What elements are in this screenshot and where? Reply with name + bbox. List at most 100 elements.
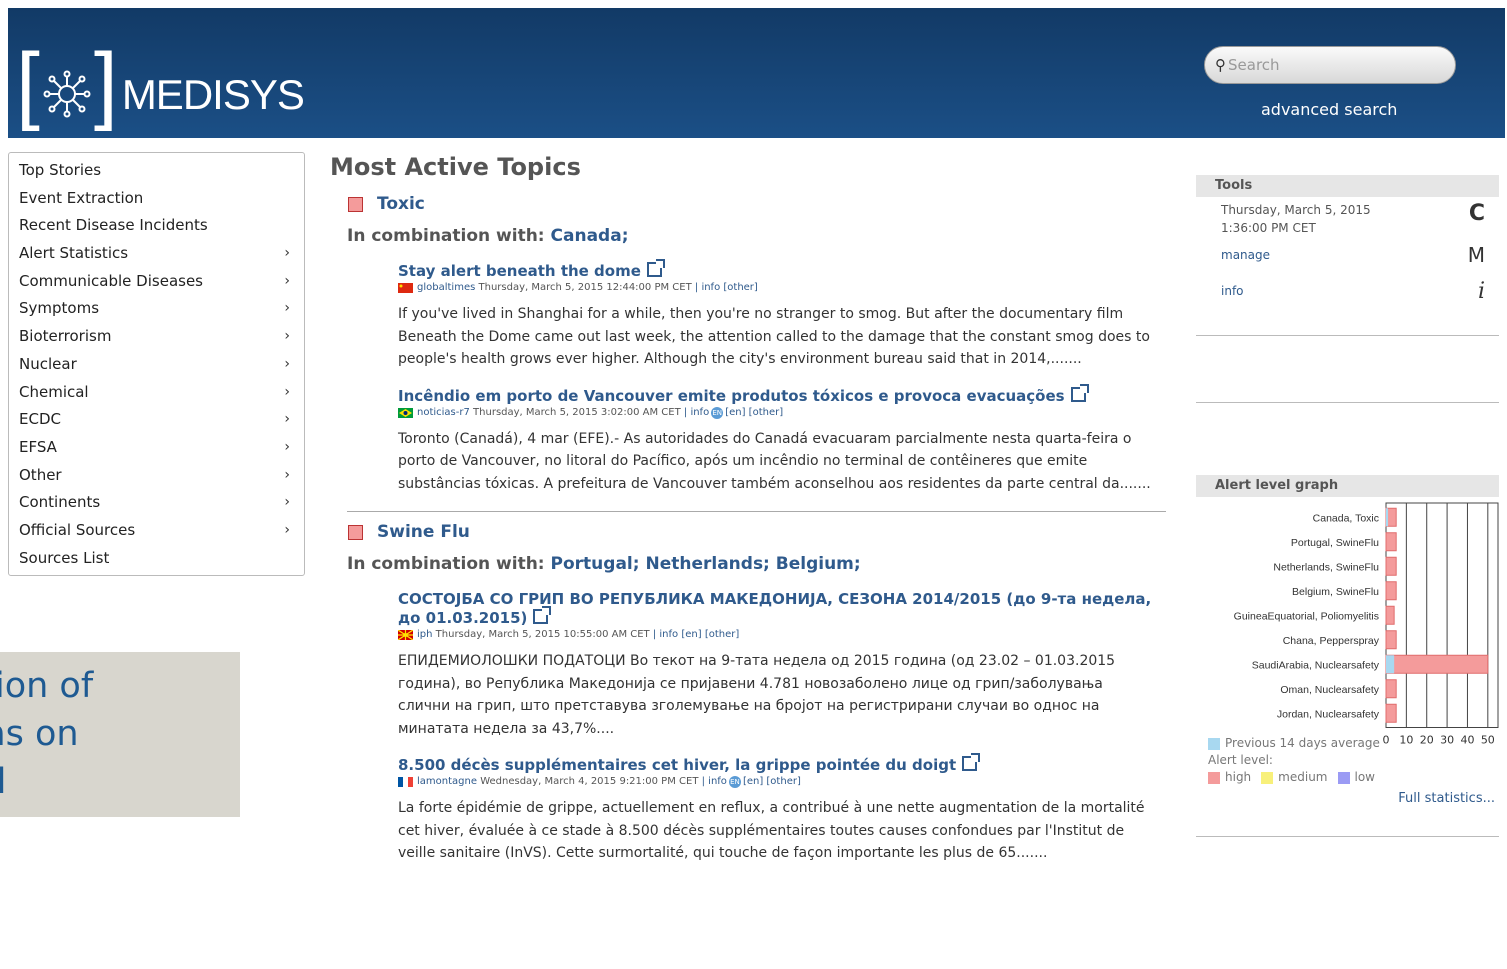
sidebar-item-label: Continents xyxy=(19,493,101,512)
article-links-more[interactable]: [en] [other] xyxy=(743,775,801,789)
info-link[interactable]: info xyxy=(1221,284,1244,298)
article-title-text[interactable]: 8.500 décès supplémentaires cet hiver, l… xyxy=(398,756,956,774)
topic-header[interactable]: Toxic xyxy=(348,194,1170,214)
chart-bar-alert xyxy=(1385,605,1395,625)
article-date: Thursday, March 5, 2015 12:44:00 PM CET xyxy=(478,282,692,293)
tools-date-row: Thursday, March 5, 2015 1:36:00 PM CET C xyxy=(1196,197,1499,237)
chart-bar-alert xyxy=(1385,556,1397,576)
sidebar-item[interactable]: Official Sources › xyxy=(9,517,304,545)
combination-label: In combination with: xyxy=(347,226,545,246)
china-flag-icon xyxy=(398,283,413,293)
article-source[interactable]: noticias-r7 xyxy=(417,406,470,420)
article: 8.500 décès supplémentaires cet hiver, l… xyxy=(398,753,1158,865)
sidebar-item[interactable]: Nuclear › xyxy=(9,351,304,379)
combination-links[interactable]: Canada; xyxy=(551,226,629,246)
external-link-icon[interactable] xyxy=(1070,383,1089,402)
article-source[interactable]: iph xyxy=(417,628,432,642)
article-title[interactable]: Stay alert beneath the dome xyxy=(398,259,1158,281)
sidebar-item[interactable]: Alert Statistics › xyxy=(9,240,304,268)
mail-icon[interactable]: M xyxy=(1468,243,1485,267)
main-content: Most Active Topics Toxic In combination w… xyxy=(330,150,1170,865)
search-input[interactable] xyxy=(1228,56,1428,74)
chevron-right-icon: › xyxy=(284,245,290,262)
sidebar-item[interactable]: Communicable Diseases › xyxy=(9,268,304,296)
article-source[interactable]: lamontagne xyxy=(417,775,477,789)
sidebar-item-label: Other xyxy=(19,465,62,484)
external-link-icon[interactable] xyxy=(962,753,981,771)
full-statistics-link[interactable]: Full statistics... xyxy=(1196,791,1499,806)
manage-row[interactable]: manage M xyxy=(1196,237,1499,273)
manage-link[interactable]: manage xyxy=(1221,248,1270,262)
article: СОСТОЈБА СО ГРИП ВО РЕПУБЛИКА МАКЕДОНИЈА… xyxy=(398,590,1158,740)
sidebar-item[interactable]: Event Extraction xyxy=(9,185,304,213)
article-body: If you've lived in Shanghai for a while,… xyxy=(398,306,1150,367)
chevron-right-icon: › xyxy=(284,383,290,400)
chart-tick-label: 50 xyxy=(1481,734,1495,747)
chart-category-label: Oman, Nuclearsafety xyxy=(1280,684,1379,696)
search-box[interactable]: ⚲ xyxy=(1204,46,1456,84)
sidebar-item-label: Recent Disease Incidents xyxy=(19,216,208,235)
tools-header: Tools xyxy=(1196,175,1499,197)
translate-icon[interactable]: EN xyxy=(711,406,724,419)
article: Incêndio em porto de Vancouver emite pro… xyxy=(398,383,1158,496)
info-row[interactable]: info i xyxy=(1196,273,1499,309)
sidebar-item[interactable]: ECDC › xyxy=(9,406,304,434)
macedonia-flag-icon xyxy=(398,630,413,640)
article-links[interactable]: | info xyxy=(702,775,727,789)
article-title-text[interactable]: Incêndio em porto de Vancouver emite pro… xyxy=(398,387,1065,405)
legend-levels: high medium low xyxy=(1196,769,1499,786)
translate-icon[interactable]: EN xyxy=(728,776,741,788)
chart-bar-alert xyxy=(1385,703,1397,723)
alert-header: Alert level graph xyxy=(1196,475,1499,497)
combination-links[interactable]: Portugal; Netherlands; Belgium; xyxy=(551,554,861,574)
article-links-more[interactable]: [en] [other] xyxy=(725,406,783,420)
sidebar-item[interactable]: Continents › xyxy=(9,489,304,517)
refresh-icon[interactable]: C xyxy=(1469,201,1485,237)
advanced-search-link[interactable]: advanced search xyxy=(1261,100,1397,119)
sidebar-item[interactable]: Bioterrorism › xyxy=(9,323,304,351)
article-links[interactable]: | info [other] xyxy=(695,281,758,295)
medium-swatch xyxy=(1261,771,1274,784)
sidebar-item[interactable]: Sources List xyxy=(9,545,304,573)
sidebar-item[interactable]: Recent Disease Incidents xyxy=(9,212,304,240)
article-source[interactable]: globaltimes xyxy=(417,281,475,295)
medisys-logo[interactable]: [ ] MEDISYS xyxy=(16,34,305,127)
article-links[interactable]: | info [en] [other] xyxy=(653,628,739,642)
chart-category-label: Netherlands, SwineFlu xyxy=(1273,561,1379,573)
virus-icon xyxy=(43,70,91,118)
france-flag-icon xyxy=(398,777,413,787)
article-links[interactable]: | info xyxy=(684,406,709,420)
sidebar-item[interactable]: Chemical › xyxy=(9,379,304,407)
sidebar-item-label: Bioterrorism xyxy=(19,327,112,346)
article-title-text[interactable]: СОСТОЈБА СО ГРИП ВО РЕПУБЛИКА МАКЕДОНИЈА… xyxy=(398,590,1151,627)
chevron-right-icon: › xyxy=(284,521,290,538)
sidebar-item-label: EFSA xyxy=(19,437,57,456)
brazil-flag-icon xyxy=(398,407,413,418)
sidebar-menu: Top Stories Event Extraction Recent Diseas… xyxy=(8,152,305,576)
topic-name[interactable]: Toxic xyxy=(377,194,425,214)
external-link-icon[interactable] xyxy=(646,259,665,277)
info-icon[interactable]: i xyxy=(1478,279,1485,304)
promo-panel[interactable]: ction of ons on ud xyxy=(0,652,240,817)
sidebar-item-label: ECDC xyxy=(19,410,61,429)
article-title[interactable]: 8.500 décès supplémentaires cet hiver, l… xyxy=(398,753,1158,775)
chart-bar-alert xyxy=(1385,581,1397,601)
article: Stay alert beneath the dome globaltimes T… xyxy=(398,259,1158,371)
topic-header[interactable]: Swine Flu xyxy=(348,522,1170,542)
high-swatch xyxy=(1208,771,1220,784)
search-icon[interactable]: ⚲ xyxy=(1215,56,1226,74)
article-title-text[interactable]: Stay alert beneath the dome xyxy=(398,262,641,280)
chart-category-label: GuineaEquatorial, Poliomyelitis xyxy=(1234,610,1379,622)
sidebar-item[interactable]: Other › xyxy=(9,462,304,490)
legend-alert-level-label: Alert level: xyxy=(1208,753,1273,767)
topic-name[interactable]: Swine Flu xyxy=(377,522,470,542)
article-title[interactable]: Incêndio em porto de Vancouver emite pro… xyxy=(398,383,1158,406)
article-title[interactable]: СОСТОЈБА СО ГРИП ВО РЕПУБЛИКА МАКЕДОНИЈА… xyxy=(398,590,1158,628)
article-body: Toronto (Canadá), 4 mar (EFE).- As autor… xyxy=(398,430,1151,492)
article-meta: iph Thursday, March 5, 2015 10:55:00 AM … xyxy=(398,628,1158,642)
divider xyxy=(1196,402,1499,403)
sidebar-item[interactable]: Top Stories xyxy=(9,157,304,185)
sidebar-item[interactable]: Symptoms › xyxy=(9,295,304,323)
external-link-icon[interactable] xyxy=(533,606,552,624)
sidebar-item[interactable]: EFSA › xyxy=(9,434,304,462)
